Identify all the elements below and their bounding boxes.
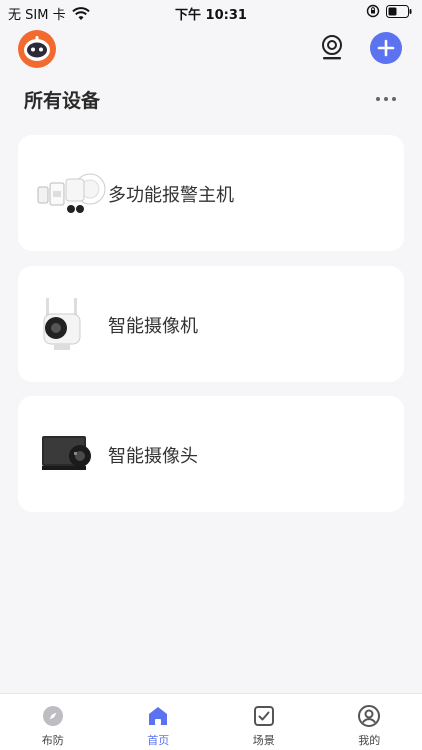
tab-label: 我的 — [358, 734, 381, 747]
dot-icon — [384, 97, 388, 101]
dot-icon — [376, 97, 380, 101]
tab-home[interactable]: 首页 — [106, 694, 212, 750]
tab-scene[interactable]: 场景 — [211, 694, 317, 750]
device-card-camera[interactable]: 智能摄像机 — [18, 266, 404, 382]
status-bar: 无 SIM 卡 下午 10:31 — [0, 0, 422, 24]
device-name: 智能摄像头 — [108, 446, 198, 467]
tab-label: 首页 — [147, 734, 170, 747]
device-card-camera-head[interactable]: 智能摄像头 — [18, 396, 404, 512]
tab-label: 布防 — [41, 734, 64, 747]
camera-head-icon — [42, 436, 91, 470]
device-name: 智能摄像机 — [108, 316, 198, 337]
camera-device-icon — [43, 298, 81, 350]
battery-icon — [386, 4, 412, 18]
orientation-lock-icon — [366, 4, 380, 18]
profile-icon — [358, 705, 381, 727]
device-card-alarm-host[interactable]: 多功能报警主机 — [18, 135, 404, 251]
tab-arm[interactable]: 布防 — [0, 694, 106, 750]
dot-icon — [392, 97, 396, 101]
checkbox-icon — [253, 706, 274, 726]
tab-label: 场景 — [252, 734, 275, 747]
more-options-button[interactable] — [372, 90, 400, 108]
robot-avatar-icon — [24, 36, 50, 61]
plus-icon — [377, 39, 395, 57]
status-right — [366, 4, 412, 18]
status-time: 下午 10:31 — [175, 8, 247, 23]
add-device-button[interactable] — [370, 32, 402, 64]
device-name: 多功能报警主机 — [108, 185, 234, 206]
home-icon — [149, 707, 168, 725]
compass-icon — [42, 706, 63, 726]
tab-profile[interactable]: 我的 — [317, 694, 422, 750]
section-title: 所有设备 — [24, 90, 101, 112]
tab-bar: 布防 首页 场景 我的 — [0, 693, 422, 750]
avatar[interactable] — [18, 30, 56, 68]
alarm-host-icon — [37, 173, 106, 213]
camera-icon[interactable] — [318, 34, 346, 62]
